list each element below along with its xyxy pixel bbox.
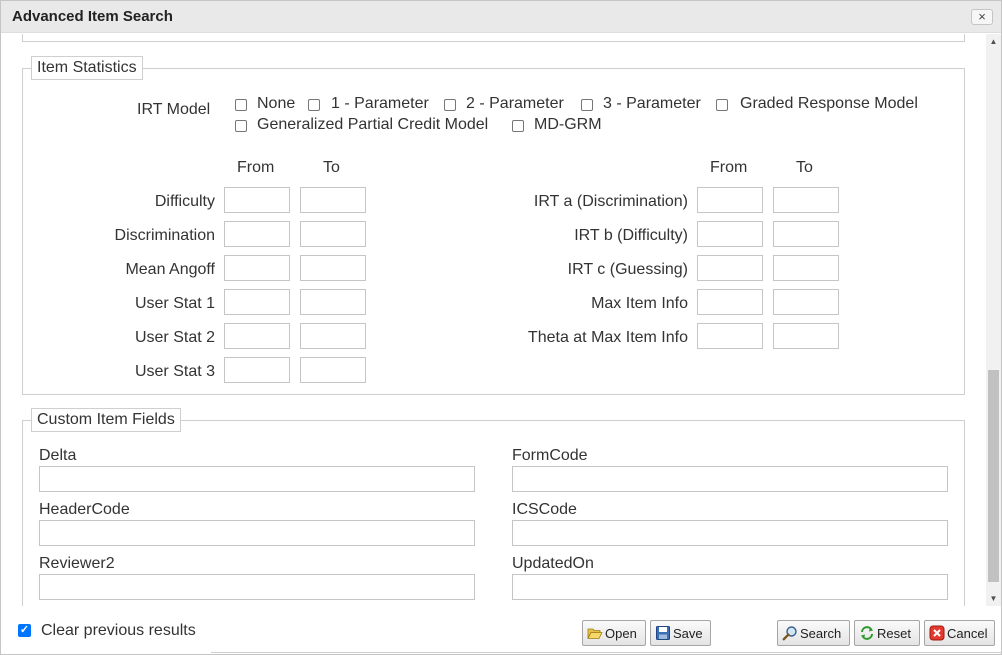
left-to-header: To [323, 159, 340, 176]
irt-none-checkbox[interactable] [235, 99, 247, 111]
irt-b-from-input[interactable] [697, 221, 763, 247]
irt-2pl-label: 2 - Parameter [466, 95, 564, 112]
dialog-content: Item Statistics IRT Model None 1 - Param… [1, 34, 986, 606]
custom-item-fields-panel: Custom Item Fields Delta FormCode Header… [22, 408, 965, 606]
irt-a-to-input[interactable] [773, 187, 839, 213]
icscode-input[interactable] [512, 520, 948, 546]
vertical-scrollbar[interactable]: ▲ ▼ [986, 34, 1001, 606]
right-from-header: From [710, 159, 748, 176]
user-stat-3-label: User Stat 3 [134, 363, 215, 380]
updatedon-input[interactable] [512, 574, 948, 600]
irt-c-label: IRT c (Guessing) [567, 261, 688, 278]
cancel-button-label: Cancel [947, 625, 988, 641]
mean-angoff-to-input[interactable] [300, 255, 366, 281]
irt-1pl-label: 1 - Parameter [331, 95, 429, 112]
user-stat-3-from-input[interactable] [224, 357, 290, 383]
scroll-down-arrow-icon[interactable]: ▼ [986, 591, 1001, 606]
save-disk-icon [656, 626, 670, 640]
max-item-info-from-input[interactable] [697, 289, 763, 315]
left-from-header: From [237, 159, 275, 176]
user-stat-2-label: User Stat 2 [134, 329, 215, 346]
mean-angoff-from-input[interactable] [224, 255, 290, 281]
user-stat-2-from-input[interactable] [224, 323, 290, 349]
irt-grm-label: Graded Response Model [740, 95, 918, 112]
discrimination-label: Discrimination [114, 227, 215, 244]
discrimination-to-input[interactable] [300, 221, 366, 247]
updatedon-label: UpdatedOn [512, 555, 594, 572]
save-button-label: Save [673, 625, 703, 641]
irt-c-to-input[interactable] [773, 255, 839, 281]
save-button[interactable]: Save [650, 620, 711, 646]
refresh-icon [861, 626, 873, 640]
user-stat-1-to-input[interactable] [300, 289, 366, 315]
advanced-search-dialog: Advanced Item Search × Item Statistics I… [0, 0, 1002, 655]
irt-1pl-checkbox[interactable] [308, 99, 320, 111]
formcode-label: FormCode [512, 447, 588, 464]
mean-angoff-label: Mean Angoff [125, 261, 215, 278]
irt-gpcm-label: Generalized Partial Credit Model [257, 116, 489, 133]
reviewer2-input[interactable] [39, 574, 475, 600]
delta-label: Delta [39, 447, 77, 464]
formcode-input[interactable] [512, 466, 948, 492]
headercode-label: HeaderCode [39, 501, 130, 518]
difficulty-from-input[interactable] [224, 187, 290, 213]
irt-model-label: IRT Model [137, 101, 211, 118]
irt-3pl-label: 3 - Parameter [603, 95, 701, 112]
difficulty-to-input[interactable] [300, 187, 366, 213]
irt-none-label: None [257, 95, 296, 112]
reviewer2-label: Reviewer2 [39, 555, 115, 572]
user-stat-1-label: User Stat 1 [134, 295, 215, 312]
magnifier-icon [782, 626, 797, 641]
footer-divider [211, 652, 1001, 653]
item-statistics-legend: Item Statistics [31, 56, 143, 80]
irt-b-to-input[interactable] [773, 221, 839, 247]
irt-gpcm-checkbox[interactable] [235, 120, 247, 132]
max-item-info-to-input[interactable] [773, 289, 839, 315]
theta-max-info-to-input[interactable] [773, 323, 839, 349]
theta-max-info-label: Theta at Max Item Info [527, 329, 688, 346]
clear-previous-checkbox[interactable]: ✓ [18, 624, 31, 637]
right-to-header: To [796, 159, 813, 176]
user-stat-1-from-input[interactable] [224, 289, 290, 315]
max-item-info-label: Max Item Info [591, 295, 688, 312]
open-button[interactable]: Open [582, 620, 646, 646]
discrimination-from-input[interactable] [224, 221, 290, 247]
irt-2pl-checkbox[interactable] [444, 99, 456, 111]
clear-previous-label: Clear previous results [41, 622, 196, 639]
close-button[interactable]: × [971, 9, 993, 25]
irt-a-from-input[interactable] [697, 187, 763, 213]
search-button-label: Search [800, 625, 842, 641]
user-stat-2-to-input[interactable] [300, 323, 366, 349]
irt-grm-checkbox[interactable] [716, 99, 728, 111]
cancel-x-icon [929, 625, 945, 641]
irt-a-label: IRT a (Discrimination) [533, 193, 688, 210]
theta-max-info-from-input[interactable] [697, 323, 763, 349]
icscode-label: ICSCode [512, 501, 577, 518]
difficulty-label: Difficulty [154, 193, 215, 210]
open-button-label: Open [605, 625, 637, 641]
dialog-footer: ✓ Clear previous results Open Save Searc… [1, 607, 1001, 654]
custom-item-fields-legend: Custom Item Fields [31, 408, 181, 432]
dialog-titlebar[interactable]: Advanced Item Search × [1, 1, 1001, 33]
reset-button[interactable]: Reset [854, 620, 920, 646]
folder-open-icon [587, 628, 603, 639]
irt-c-from-input[interactable] [697, 255, 763, 281]
irt-mdgrm-label: MD-GRM [534, 116, 602, 133]
delta-input[interactable] [39, 466, 475, 492]
reset-button-label: Reset [877, 625, 911, 641]
irt-3pl-checkbox[interactable] [581, 99, 593, 111]
item-statistics-panel: Item Statistics IRT Model None 1 - Param… [22, 56, 965, 395]
irt-b-label: IRT b (Difficulty) [574, 227, 688, 244]
dialog-title: Advanced Item Search [12, 8, 173, 25]
search-button[interactable]: Search [777, 620, 850, 646]
irt-mdgrm-checkbox[interactable] [512, 120, 524, 132]
previous-panel-bottom [22, 34, 965, 42]
headercode-input[interactable] [39, 520, 475, 546]
scroll-thumb[interactable] [988, 370, 999, 582]
scroll-up-arrow-icon[interactable]: ▲ [986, 34, 1001, 49]
user-stat-3-to-input[interactable] [300, 357, 366, 383]
cancel-button[interactable]: Cancel [924, 620, 995, 646]
